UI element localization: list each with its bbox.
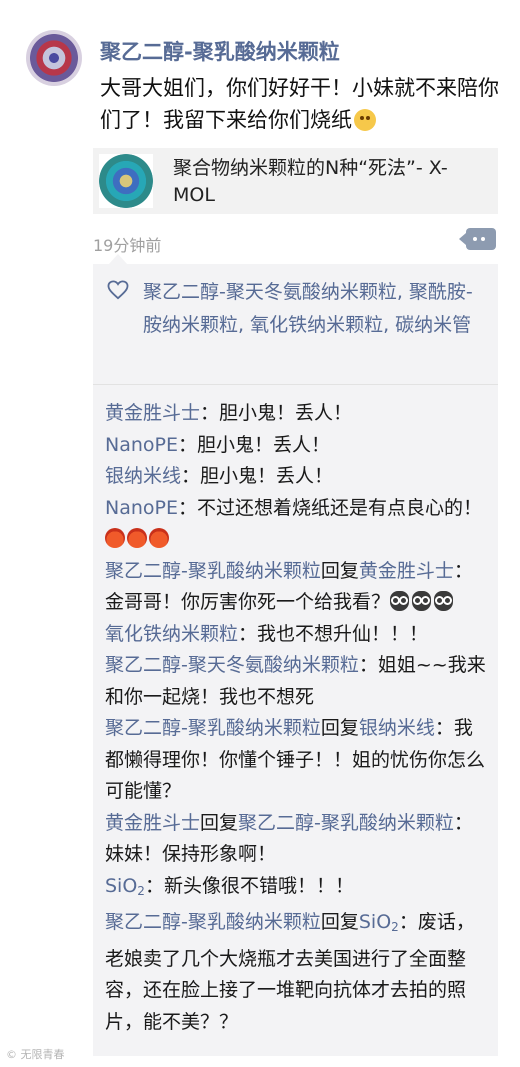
reply-target-subscript: 2 bbox=[391, 920, 399, 934]
reply-word: 回复 bbox=[320, 559, 359, 582]
comment-text: ：胆小鬼！丢人！ bbox=[200, 402, 353, 424]
reply-target-main: SiO bbox=[358, 911, 392, 933]
comment-text: ：胆小鬼！丢人！ bbox=[181, 465, 334, 487]
reply-target[interactable]: SiO2 bbox=[358, 911, 399, 934]
comment-author[interactable]: NanoPE bbox=[105, 434, 178, 456]
owl-emoji-icon bbox=[412, 591, 432, 611]
comment-text: ：不过还想着烧纸还是有点良心的！ bbox=[178, 496, 483, 519]
comment-item[interactable]: 聚乙二醇-聚乳酸纳米颗粒回复黄金胜斗士：金哥哥！你厉害你死一个给我看？ bbox=[105, 556, 491, 619]
comment-author[interactable]: 银纳米线 bbox=[105, 465, 181, 487]
angry-face-emoji-icon bbox=[127, 528, 147, 548]
likes-names[interactable]: 聚乙二醇-聚天冬氨酸纳米颗粒, 聚酰胺-胺纳米颗粒, 氧化铁纳米颗粒, 碳纳米管 bbox=[143, 276, 488, 342]
comment-author-main: SiO bbox=[105, 874, 138, 897]
owl-emoji-icon bbox=[434, 591, 454, 611]
comment-author[interactable]: SiO2 bbox=[105, 874, 145, 898]
comment-item[interactable]: 银纳米线：胆小鬼！丢人！ bbox=[105, 461, 491, 493]
link-title: 聚合物纳米颗粒的N种“死法”- X-MOL bbox=[173, 157, 448, 206]
reply-target[interactable]: 银纳米线 bbox=[359, 717, 435, 739]
comment-author[interactable]: 氧化铁纳米颗粒 bbox=[105, 623, 238, 645]
comment-text: ：新头像很不错哦！！！ bbox=[144, 874, 354, 897]
comment-item[interactable]: NanoPE：不过还想着烧纸还是有点良心的！ bbox=[105, 493, 491, 556]
author-avatar[interactable] bbox=[26, 30, 82, 86]
comment-item[interactable]: 黄金胜斗士：胆小鬼！丢人！ bbox=[105, 398, 491, 430]
reply-target[interactable]: 聚乙二醇-聚乳酸纳米颗粒 bbox=[238, 812, 454, 834]
comment-item[interactable]: 氧化铁纳米颗粒：我也不想升仙！！！ bbox=[105, 619, 491, 651]
comment-item[interactable]: 聚乙二醇-聚乳酸纳米颗粒回复SiO2：废话，老娘卖了几个大烧瓶才去美国进行了全面… bbox=[105, 907, 491, 1038]
reply-word: 回复 bbox=[320, 717, 359, 739]
watermark: © 无限青春 bbox=[6, 1048, 65, 1061]
post-body: 大哥大姐们，你们好好干！小妹就不来陪你们了！我留下来给你们烧纸 bbox=[100, 76, 499, 132]
likes-comments-panel: 聚乙二醇-聚天冬氨酸纳米颗粒, 聚酰胺-胺纳米颗粒, 氧化铁纳米颗粒, 碳纳米管… bbox=[93, 254, 498, 1056]
comment-item[interactable]: SiO2：新头像很不错哦！！！ bbox=[105, 871, 491, 908]
angry-face-emoji-icon bbox=[105, 528, 125, 548]
owl-emoji-icon bbox=[390, 591, 410, 611]
post-text: 大哥大姐们，你们好好干！小妹就不来陪你们了！我留下来给你们烧纸 bbox=[100, 72, 510, 136]
comment-list: 黄金胜斗士：胆小鬼！丢人！ NanoPE：胆小鬼！丢人！ 银纳米线：胆小鬼！丢人… bbox=[105, 398, 491, 1038]
nanoparticle-thumbnail bbox=[99, 154, 153, 208]
worried-face-emoji-icon bbox=[354, 109, 376, 131]
post-author-name[interactable]: 聚乙二醇-聚乳酸纳米颗粒 bbox=[100, 36, 340, 66]
comment-item[interactable]: NanoPE：胆小鬼！丢人！ bbox=[105, 430, 491, 462]
comment-author[interactable]: NanoPE bbox=[105, 497, 178, 519]
comment-author[interactable]: 聚乙二醇-聚天冬氨酸纳米颗粒 bbox=[105, 654, 359, 676]
comment-item[interactable]: 聚乙二醇-聚乳酸纳米颗粒回复银纳米线：我都懒得理你！你懂个锤子！！姐的忧伤你怎么… bbox=[105, 713, 491, 808]
reply-target[interactable]: 黄金胜斗士 bbox=[359, 560, 454, 582]
comment-author[interactable]: 聚乙二醇-聚乳酸纳米颗粒 bbox=[105, 560, 321, 582]
angry-face-emoji-icon bbox=[149, 528, 169, 548]
post-time: 19分钟前 bbox=[93, 236, 162, 255]
comment-text: ：胆小鬼！丢人！ bbox=[178, 433, 331, 456]
comment-author[interactable]: 聚乙二醇-聚乳酸纳米颗粒 bbox=[105, 717, 321, 739]
comment-item[interactable]: 聚乙二醇-聚天冬氨酸纳米颗粒：姐姐~~我来和你一起烧！我也不想死 bbox=[105, 650, 491, 713]
more-options-button[interactable] bbox=[459, 228, 496, 250]
comment-author[interactable]: 黄金胜斗士 bbox=[105, 812, 200, 834]
reply-word: 回复 bbox=[200, 811, 239, 834]
comment-author[interactable]: 聚乙二醇-聚乳酸纳米颗粒 bbox=[105, 911, 321, 933]
heart-icon bbox=[107, 280, 129, 300]
comment-author-subscript: 2 bbox=[137, 883, 145, 898]
shared-link-card[interactable]: 聚合物纳米颗粒的N种“死法”- X-MOL bbox=[93, 148, 498, 214]
comment-text: ：我也不想升仙！！！ bbox=[238, 622, 429, 645]
comment-author[interactable]: 黄金胜斗士 bbox=[105, 402, 200, 424]
reply-word: 回复 bbox=[320, 911, 359, 933]
comment-item[interactable]: 黄金胜斗士回复聚乙二醇-聚乳酸纳米颗粒：妹妹！保持形象啊！ bbox=[105, 808, 491, 871]
likes-divider bbox=[93, 384, 498, 385]
